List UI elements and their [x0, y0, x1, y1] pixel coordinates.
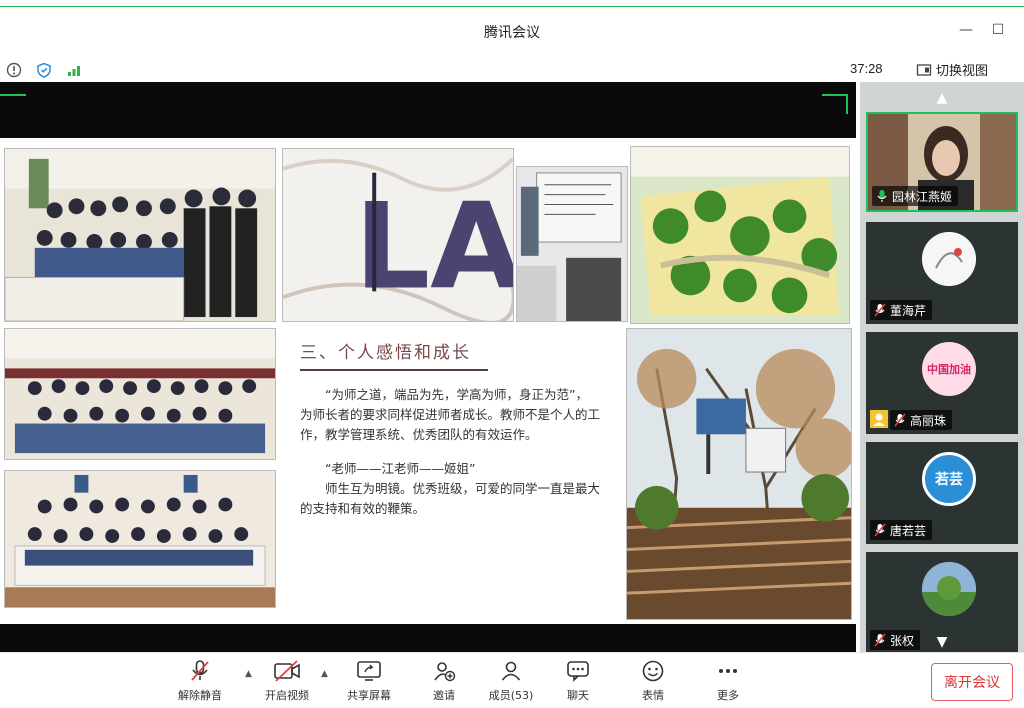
scroll-up-icon[interactable]: ▲ [860, 90, 1024, 106]
corner-marker [846, 94, 848, 114]
start-video-button[interactable]: 开启视频 [257, 659, 317, 707]
participant-tile[interactable]: 中国加油 高丽珠 [866, 332, 1018, 434]
emoji-icon [642, 660, 664, 682]
class-photo-1 [4, 148, 276, 322]
park-photo [626, 328, 852, 620]
more-label: 更多 [717, 689, 739, 702]
avatar [922, 232, 976, 286]
more-icon [719, 669, 737, 673]
invite-label: 邀请 [433, 689, 455, 702]
slide-text-block: 三、个人感悟和成长 “为师之道，端品为先，学高为师，身正为范”，为师长者的要求同… [300, 338, 600, 519]
avatar [922, 562, 976, 616]
participant-list: ▲ 园林江燕姬 董海芹 中国加油 高丽珠 若芸 唐若芸 张权 ▼ [860, 82, 1024, 654]
emoji-label: 表情 [642, 689, 664, 702]
presentation-slide: LA 三、个人感悟和成长 “为师之道，端品为先，学高为师，身正为范”，为师长者的… [0, 138, 856, 624]
add-user-icon [434, 662, 456, 682]
user-icon [870, 410, 888, 428]
share-screen-button[interactable]: 共享屏幕 [339, 659, 399, 707]
participant-name: 董海芹 [890, 303, 927, 318]
window-title: 腾讯会议 [484, 25, 540, 41]
avatar-text: 中国加油 [927, 363, 971, 376]
mic-muted-icon [191, 660, 209, 681]
top-accent-line [0, 6, 1024, 7]
corner-marker [822, 94, 848, 96]
chat-button[interactable]: 聊天 [548, 659, 608, 707]
signal-icon[interactable] [66, 62, 82, 78]
members-icon [501, 661, 521, 681]
invite-button[interactable]: 邀请 [414, 659, 474, 707]
unmute-label: 解除静音 [178, 689, 222, 702]
switch-view-button[interactable]: 切换视图 [916, 60, 988, 79]
maximize-button[interactable]: ☐ [990, 22, 1006, 38]
slide-paragraph-3: 师生互为明镜。优秀班级，可爱的同学一直是最大的支持和有效的鞭策。 [300, 481, 601, 516]
switch-view-label: 切换视图 [936, 64, 989, 79]
avatar: 中国加油 [922, 342, 976, 396]
audio-options-caret-icon[interactable]: ▲ [245, 669, 252, 679]
scroll-down-icon[interactable]: ▼ [860, 634, 1024, 650]
slide-heading: 三、个人感悟和成长 [300, 343, 471, 363]
participant-name: 园林江燕姬 [892, 189, 953, 204]
leave-meeting-button[interactable]: 离开会议 [931, 663, 1013, 701]
members-label: 成员(53) [488, 689, 534, 702]
switch-view-icon [916, 63, 932, 76]
garden-model-photo [630, 146, 850, 324]
more-button[interactable]: 更多 [698, 659, 758, 707]
slide-paragraph-1: “为师之道，端品为先，学高为师，身正为范”，为师长者的要求同样促进师者成长。教师… [300, 387, 601, 442]
start-video-label: 开启视频 [265, 689, 309, 702]
camera-off-icon [274, 660, 300, 682]
slide-paragraph-2: “老师——江老师——姬姐” [325, 461, 476, 476]
participant-namebar: 董海芹 [870, 300, 933, 320]
meeting-info-icon[interactable] [6, 62, 22, 78]
la-sculpture-photo: LA [282, 148, 514, 322]
members-button[interactable]: 成员(53) [481, 659, 541, 707]
la-letters: LA [354, 179, 513, 317]
corner-marker [0, 94, 26, 96]
class-photo-3 [4, 470, 276, 608]
participant-tile[interactable]: 若芸 唐若芸 [866, 442, 1018, 544]
meeting-timer: 37:28 [850, 61, 883, 76]
shared-screen: LA 三、个人感悟和成长 “为师之道，端品为先，学高为师，身正为范”，为师长者的… [0, 82, 856, 652]
participant-tile[interactable]: 董海芹 [866, 222, 1018, 324]
mic-on-icon [877, 190, 887, 202]
mic-off-icon [874, 303, 886, 317]
status-bar: 37:28 切换视图 [0, 58, 1024, 82]
participant-namebar: 园林江燕姬 [872, 186, 959, 206]
class-photo-2 [4, 328, 276, 460]
share-screen-label: 共享屏幕 [347, 689, 391, 702]
meeting-window: 腾讯会议 — ☐ 37:28 切换视图 LA 三、个人感悟和成长 “为师之道，端… [0, 0, 1024, 708]
title-bar: 腾讯会议 — ☐ [0, 0, 1024, 58]
avatar-text: 若芸 [935, 472, 963, 488]
share-screen-icon [357, 661, 381, 681]
unmute-button[interactable]: 解除静音 [170, 659, 230, 707]
chat-label: 聊天 [567, 689, 589, 702]
shield-icon[interactable] [36, 62, 52, 78]
mic-off-icon [874, 523, 886, 537]
heading-underline [300, 369, 488, 371]
emoji-button[interactable]: 表情 [623, 659, 683, 707]
participant-name: 高丽珠 [910, 413, 947, 428]
participant-namebar: 高丽珠 [890, 410, 953, 430]
participant-tile[interactable]: 园林江燕姬 [866, 112, 1018, 212]
video-options-caret-icon[interactable]: ▲ [321, 669, 328, 679]
avatar: 若芸 [922, 452, 976, 506]
chat-icon [567, 661, 589, 682]
classroom-photo [516, 166, 628, 322]
minimize-button[interactable]: — [958, 22, 974, 38]
bottom-toolbar: 解除静音 ▲ 开启视频 ▲ 共享屏幕 邀请 成员(53) 聊天 表情 更多 离开… [0, 652, 1024, 708]
mic-off-icon [894, 413, 906, 427]
participant-name: 唐若芸 [890, 523, 927, 538]
participant-namebar: 唐若芸 [870, 520, 933, 540]
